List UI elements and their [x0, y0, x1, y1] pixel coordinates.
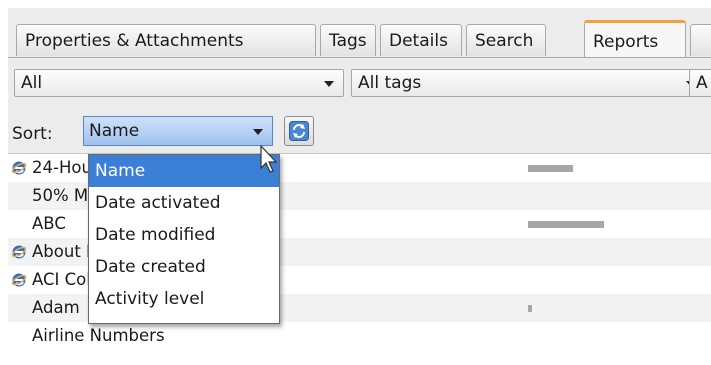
sort-option-date-created[interactable]: Date created — [89, 251, 279, 283]
list-item-name: Airline Numbers — [32, 326, 165, 345]
ie-icon — [11, 245, 27, 259]
chevron-down-icon — [253, 129, 263, 135]
tab-bar: Properties & Attachments Tags Details Se… — [8, 20, 711, 58]
tab-details[interactable]: Details — [380, 24, 462, 56]
tab-reports[interactable]: Reports — [584, 20, 686, 58]
tab-search[interactable]: Search — [466, 24, 546, 56]
sort-select[interactable]: Name — [83, 116, 273, 146]
scope-filter-select[interactable]: All — [14, 69, 344, 97]
reports-panel: Properties & Attachments Tags Details Se… — [8, 8, 711, 358]
sort-option-name[interactable]: Name — [89, 155, 279, 187]
tab-next-partial[interactable] — [690, 24, 711, 56]
sort-dropdown-menu: Name Date activated Date modified Date c… — [88, 154, 280, 324]
list-item[interactable]: Airline Numbers — [8, 322, 711, 350]
scope-filter-value: All — [21, 73, 43, 93]
mouse-cursor-icon — [260, 145, 278, 173]
activity-bar — [528, 305, 532, 312]
sort-option-date-activated[interactable]: Date activated — [89, 187, 279, 219]
chevron-down-icon — [324, 81, 334, 87]
refresh-icon — [289, 121, 309, 141]
ie-icon — [11, 161, 27, 175]
tab-tags[interactable]: Tags — [320, 24, 376, 56]
tab-properties[interactable]: Properties & Attachments — [16, 24, 316, 56]
tag-filter-select[interactable]: All tags — [351, 69, 706, 97]
list-item-name: Adam — [32, 298, 80, 317]
list-item-name: ABC — [32, 214, 66, 233]
tab-divider — [8, 57, 711, 58]
activity-bar — [528, 165, 573, 172]
sort-label: Sort: — [12, 124, 53, 144]
refresh-button[interactable] — [284, 116, 314, 146]
ie-icon — [11, 273, 27, 287]
third-filter-value: A — [696, 73, 708, 93]
sort-option-date-modified[interactable]: Date modified — [89, 219, 279, 251]
tag-filter-value: All tags — [358, 73, 422, 93]
sort-option-activity-level[interactable]: Activity level — [89, 283, 279, 315]
activity-bar — [528, 221, 604, 228]
sort-value: Name — [89, 121, 140, 141]
third-filter-select[interactable]: A — [689, 69, 711, 97]
